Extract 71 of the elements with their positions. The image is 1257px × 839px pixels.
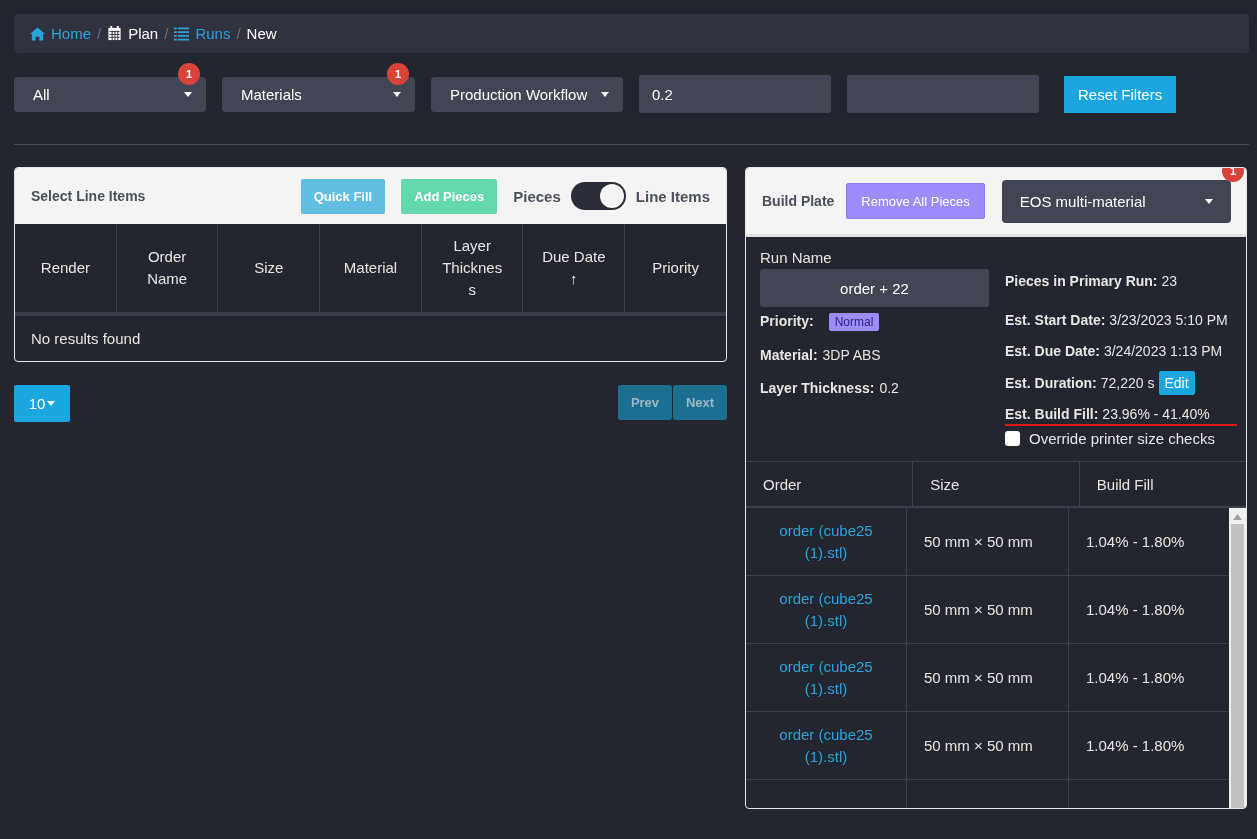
field-label: Pieces in Primary Run: xyxy=(1005,273,1158,289)
scroll-up-icon[interactable] xyxy=(1233,514,1242,520)
empty-message: No results found xyxy=(15,314,726,361)
filter-dropdown[interactable]: Production Workflow xyxy=(431,76,623,112)
column-header: Order xyxy=(746,462,913,507)
breadcrumb-separator: / xyxy=(164,25,169,42)
field-label: Layer Thickness: xyxy=(760,380,875,396)
remove-all-pieces-button[interactable]: Remove All Pieces xyxy=(846,183,985,219)
column-header: Size xyxy=(912,462,1080,507)
field-value: 3/23/2023 5:10 PM xyxy=(1109,312,1228,328)
table-cell: 50 mm × 50 mm xyxy=(906,576,1068,643)
home-icon xyxy=(30,26,45,41)
toggle-label: Line Items xyxy=(635,187,710,205)
breadcrumb-link[interactable]: Home xyxy=(51,25,91,42)
column-header: Render xyxy=(15,224,117,314)
toggle-label: Pieces xyxy=(513,187,561,205)
table-cell: 50 mm × 50 mm xyxy=(906,508,1068,575)
edit-button[interactable]: Edit xyxy=(1158,371,1195,395)
field-value: 23.96% - 41.40% xyxy=(1102,406,1210,422)
page-size-dropdown[interactable]: 10 xyxy=(14,385,70,422)
column-header: Layer Thickness xyxy=(421,224,523,314)
checkbox-label: Override printer size checks xyxy=(1029,430,1215,447)
calendar-icon xyxy=(107,26,123,41)
panel-title: Build Plate xyxy=(762,193,835,209)
filter-input[interactable]: 0.2 xyxy=(639,75,831,113)
run-name-field[interactable]: order + 22 xyxy=(760,269,989,307)
field-label: Material: xyxy=(760,347,818,363)
field-value: 72,220 s xyxy=(1100,375,1155,391)
order-link[interactable]: order (cube25 (1).stl) xyxy=(771,723,881,768)
caret-icon xyxy=(1205,198,1213,204)
breadcrumb-link[interactable]: Runs xyxy=(195,25,231,42)
field-value: 23 xyxy=(1161,273,1178,289)
toggle-switch[interactable] xyxy=(570,182,626,210)
order-link[interactable]: order (cube25 (1).stl) xyxy=(771,519,881,564)
field-value: 3DP ABS xyxy=(822,347,881,363)
order-link[interactable]: order (cube25 (1).stl) xyxy=(771,587,881,632)
filter-input[interactable] xyxy=(847,75,1039,113)
field-label: Est. Build Fill: xyxy=(1005,406,1099,422)
caret-icon xyxy=(601,91,609,97)
column-header: Material xyxy=(319,224,422,314)
reset-filters-button[interactable]: Reset Filters xyxy=(1064,75,1177,113)
table-cell: 50 mm × 50 mm xyxy=(906,712,1068,779)
panel-title: Select Line Items xyxy=(31,188,147,204)
caret-icon xyxy=(393,91,401,97)
field-label: Est. Due Date: xyxy=(1005,343,1100,359)
field-value: 3/24/2023 1:13 PM xyxy=(1103,343,1223,359)
column-header: Priority xyxy=(624,224,726,314)
breadcrumb-current: Plan xyxy=(128,25,159,42)
column-header: Build Fill xyxy=(1079,462,1246,507)
field-label: Est. Start Date: xyxy=(1005,312,1106,328)
list-icon xyxy=(174,26,190,41)
column-header: Order Name xyxy=(116,224,218,314)
breadcrumb-current: New xyxy=(246,25,277,42)
table-cell: 50 mm × 50 mm xyxy=(906,644,1068,711)
breadcrumb-separator: / xyxy=(97,25,102,42)
field-label: Run Name xyxy=(760,249,833,266)
field-label: Est. Duration: xyxy=(1005,375,1097,391)
count-badge: 1 xyxy=(178,62,200,85)
column-header: Due Date ↑ xyxy=(523,224,625,314)
scrollbar[interactable] xyxy=(1229,508,1246,808)
breadcrumb-separator: / xyxy=(236,25,241,42)
field-label: Priority: xyxy=(760,313,814,329)
caret-icon xyxy=(184,91,192,97)
caret-icon xyxy=(47,401,56,406)
count-badge: 1 xyxy=(387,62,409,85)
column-header: Size xyxy=(217,224,320,314)
field-value: 0.2 xyxy=(879,380,899,396)
printer-dropdown[interactable]: EOS multi-material xyxy=(1001,179,1231,223)
priority-tag: Normal xyxy=(828,313,880,331)
checkbox[interactable] xyxy=(1005,431,1020,446)
order-link[interactable]: order (cube25 (1).stl) xyxy=(771,655,881,700)
